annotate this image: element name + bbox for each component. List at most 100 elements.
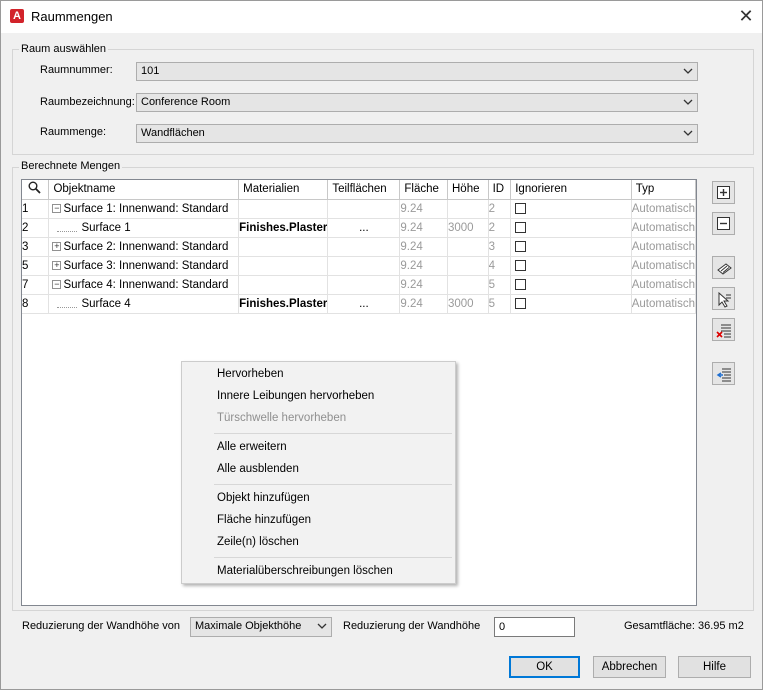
hilfe-button[interactable]: Hilfe [678, 656, 751, 678]
menu-item-hervorheben[interactable]: Hervorheben [217, 368, 283, 380]
objektname-cell[interactable]: − Surface 1: Innenwand: Standard [48, 199, 240, 219]
table-row[interactable]: 3 + Surface 2: Innenwand: Standard 9.24 3 Aut… [22, 237, 697, 257]
material-cell[interactable]: Finishes.Plaster [238, 294, 329, 314]
raumbezeichnung-value: Conference Room [141, 96, 231, 108]
ignorieren-checkbox[interactable] [515, 259, 527, 271]
pick-object-icon [718, 291, 731, 308]
ignorieren-cell[interactable] [510, 256, 632, 276]
row-number[interactable]: 5 [22, 256, 50, 276]
ignorieren-cell[interactable] [510, 294, 632, 314]
row-number[interactable]: 7 [22, 275, 50, 295]
objektname-cell[interactable]: − Surface 4: Innenwand: Standard [48, 275, 240, 295]
import-list-button[interactable] [712, 362, 735, 385]
collapse-all-button[interactable] [712, 212, 735, 235]
table-row[interactable]: 2 Surface 1 Finishes.Plaster... 9.24 3000 2 Au… [22, 218, 697, 238]
column-header-hoehe[interactable]: Höhe [447, 180, 489, 200]
delete-rows-icon [716, 324, 731, 338]
flaeche-cell: 9.24 [399, 218, 448, 238]
ok-button[interactable]: OK [509, 656, 580, 678]
hoehe-cell [447, 199, 489, 219]
material-cell[interactable]: Finishes.Plaster [238, 218, 329, 238]
menu-item-objekt-hinzufuegen[interactable]: Objekt hinzufügen [217, 492, 310, 504]
flaeche-cell: 9.24 [399, 237, 448, 257]
raumnummer-combo[interactable]: 101 [136, 62, 698, 81]
hoehe-cell [447, 275, 489, 295]
delete-rows-button[interactable] [712, 318, 735, 341]
expand-icon[interactable]: + [52, 241, 62, 251]
objektname-cell[interactable]: + Surface 3: Innenwand: Standard [48, 256, 240, 276]
hoehe-cell [447, 237, 489, 257]
material-cell[interactable] [238, 199, 329, 219]
reduzierung-label: Reduzierung der Wandhöhe [343, 620, 481, 632]
add-object-button[interactable] [712, 287, 735, 310]
raummenge-combo[interactable]: Wandflächen [136, 124, 698, 143]
objektname-cell[interactable]: Surface 1 [48, 218, 240, 238]
menu-separator [214, 484, 452, 485]
ignorieren-cell[interactable] [510, 237, 632, 257]
teilflaechen-cell[interactable] [327, 199, 401, 219]
expand-icon[interactable]: + [52, 260, 62, 270]
objektname-cell[interactable]: Surface 4 [48, 294, 240, 314]
row-number[interactable]: 3 [22, 237, 50, 257]
menu-item-alle-erweitern[interactable]: Alle erweitern [217, 441, 287, 453]
ignorieren-checkbox[interactable] [515, 202, 527, 214]
ignorieren-checkbox[interactable] [515, 221, 527, 233]
reduzierung-input[interactable]: 0 [494, 617, 575, 637]
menu-item-alle-ausblenden[interactable]: Alle ausblenden [217, 463, 299, 475]
ignorieren-cell[interactable] [510, 275, 632, 295]
table-row[interactable]: 1− Surface 1: Innenwand: Standard 9.24 2 Aut… [22, 199, 697, 219]
material-cell[interactable] [238, 237, 329, 257]
column-header-teilflaechen[interactable]: Teilflächen [327, 180, 401, 200]
expand-all-button[interactable] [712, 181, 735, 204]
abbrechen-button[interactable]: Abbrechen [593, 656, 666, 678]
raummenge-value: Wandflächen [141, 127, 205, 139]
collapse-icon[interactable]: − [52, 279, 62, 289]
column-header-flaeche[interactable]: Fläche [399, 180, 448, 200]
teilflaechen-cell[interactable] [327, 275, 401, 295]
column-header-id[interactable]: ID [488, 180, 512, 200]
objektname: Surface 1 [81, 221, 131, 234]
material-cell[interactable] [238, 256, 329, 276]
column-header-typ[interactable]: Typ [631, 180, 697, 200]
ignorieren-checkbox[interactable] [515, 240, 527, 252]
teilflaechen-cell[interactable]: ... [327, 294, 401, 314]
objektname: Surface 3: Innenwand: Standard [63, 259, 229, 272]
raumbezeichnung-label: Raumbezeichnung: [40, 96, 135, 108]
menu-item-materialueberschreibungen[interactable]: Materialüberschreibungen löschen [217, 565, 393, 577]
collapse-icon[interactable]: − [52, 203, 62, 213]
material-cell[interactable] [238, 275, 329, 295]
highlight-button[interactable] [712, 256, 735, 279]
row-number[interactable]: 1 [22, 199, 50, 219]
menu-item-flaeche-hinzufuegen[interactable]: Fläche hinzufügen [217, 514, 311, 526]
row-number[interactable]: 8 [22, 294, 50, 314]
table-row[interactable]: 7− Surface 4: Innenwand: Standard 9.24 5 Aut… [22, 275, 697, 295]
menu-item-innere-leibungen[interactable]: Innere Leibungen hervorheben [217, 390, 374, 402]
close-icon[interactable]: ✕ [734, 5, 758, 27]
table-row[interactable]: 5 + Surface 3: Innenwand: Standard 9.24 4 Aut… [22, 256, 697, 276]
search-icon[interactable] [22, 180, 50, 200]
teilflaechen-cell[interactable] [327, 237, 401, 257]
chevron-down-icon [317, 623, 327, 629]
raumbezeichnung-combo[interactable]: Conference Room [136, 93, 698, 112]
ignorieren-cell[interactable] [510, 218, 632, 238]
ignorieren-checkbox[interactable] [515, 297, 527, 309]
column-header-materialien[interactable]: Materialien [238, 180, 329, 200]
objektname-cell[interactable]: + Surface 2: Innenwand: Standard [48, 237, 240, 257]
row-number[interactable]: 2 [22, 218, 50, 238]
window-title: Raummengen [31, 9, 113, 24]
column-header-objektname[interactable]: Objektname [48, 180, 240, 200]
id-cell: 3 [488, 237, 512, 257]
typ-cell: Automatisch [631, 218, 697, 238]
menu-item-zeilen-loeschen[interactable]: Zeile(n) löschen [217, 536, 299, 548]
grid-body: 1− Surface 1: Innenwand: Standard 9.24 2 Aut… [22, 199, 697, 314]
teilflaechen-cell[interactable] [327, 256, 401, 276]
hoehe-cell: 3000 [447, 218, 489, 238]
ignorieren-checkbox[interactable] [515, 278, 527, 290]
table-row[interactable]: 8 Surface 4 Finishes.Plaster... 9.24 3000 5 Au… [22, 294, 697, 314]
raumnummer-value: 101 [141, 65, 160, 77]
column-header-ignorieren[interactable]: Ignorieren [510, 180, 632, 200]
flaeche-cell: 9.24 [399, 256, 448, 276]
teilflaechen-cell[interactable]: ... [327, 218, 401, 238]
reduzierung-von-combo[interactable]: Maximale Objekthöhe [190, 617, 332, 637]
ignorieren-cell[interactable] [510, 199, 632, 219]
